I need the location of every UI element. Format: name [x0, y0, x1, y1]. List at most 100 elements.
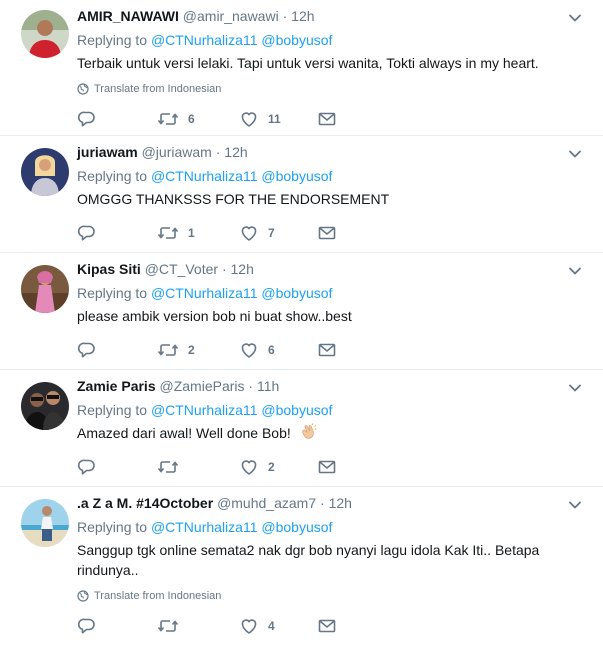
avatar[interactable]	[21, 10, 69, 58]
reply-icon	[77, 340, 97, 360]
replying-to: Replying to @CTNurhaliza11 @bobyusof	[77, 402, 333, 418]
avatar[interactable]	[21, 382, 69, 430]
display-name[interactable]: Zamie Paris	[77, 378, 156, 394]
display-name[interactable]: AMIR_NAWAWI	[77, 8, 179, 24]
reply-button[interactable]	[77, 223, 97, 243]
retweet-count: 2	[188, 343, 195, 357]
retweet-count: 1	[188, 226, 195, 240]
retweet-button[interactable]: 2	[157, 340, 195, 360]
replying-to: Replying to @CTNurhaliza11 @bobyusof	[77, 519, 333, 535]
reply-button[interactable]	[77, 109, 97, 129]
chevron-down-icon[interactable]	[567, 146, 583, 162]
reply-button[interactable]	[77, 457, 97, 477]
direct-message-button[interactable]	[317, 457, 337, 477]
retweet-icon	[157, 616, 179, 636]
reply-icon	[77, 457, 97, 477]
reply-icon	[77, 109, 97, 129]
like-button[interactable]: 4	[239, 616, 275, 636]
direct-message-button[interactable]	[317, 616, 337, 636]
avatar[interactable]	[21, 499, 69, 547]
mention-link[interactable]: @CTNurhaliza11	[151, 519, 258, 535]
tweet-header: Kipas Siti @CT_Voter · 12h	[77, 261, 254, 277]
translate-link[interactable]: Translate from Indonesian	[77, 588, 563, 604]
chevron-down-icon[interactable]	[567, 263, 583, 279]
retweet-icon	[157, 109, 179, 129]
user-handle[interactable]: @muhd_azam7	[217, 495, 316, 511]
tweet[interactable]: juriawam @juriawam · 12h Replying to @CT…	[0, 136, 603, 253]
tweet-actions: 4	[77, 616, 563, 636]
tweet-header: juriawam @juriawam · 12h	[77, 144, 248, 160]
like-button[interactable]: 2	[239, 457, 275, 477]
mention-link[interactable]: @bobyusof	[261, 168, 332, 184]
mention-link[interactable]: @bobyusof	[261, 285, 332, 301]
timestamp[interactable]: 12h	[291, 8, 314, 24]
heart-icon	[239, 340, 259, 360]
tweet-actions: 2	[77, 457, 563, 477]
tweet-actions: 2 6	[77, 340, 563, 360]
like-button[interactable]: 11	[239, 109, 281, 129]
retweet-button[interactable]: 1	[157, 223, 195, 243]
like-count: 7	[268, 226, 275, 240]
display-name[interactable]: juriawam	[77, 144, 138, 160]
mention-link[interactable]: @bobyusof	[261, 519, 332, 535]
chevron-down-icon[interactable]	[567, 10, 583, 26]
heart-icon	[239, 109, 259, 129]
timestamp[interactable]: 12h	[231, 261, 254, 277]
direct-message-button[interactable]	[317, 223, 337, 243]
heart-icon	[239, 457, 259, 477]
retweet-button[interactable]	[157, 616, 188, 636]
reply-icon	[77, 223, 97, 243]
timestamp[interactable]: 11h	[257, 378, 279, 394]
tweet[interactable]: Zamie Paris @ZamieParis · 11h Replying t…	[0, 370, 603, 487]
envelope-icon	[317, 340, 337, 360]
mention-link[interactable]: @bobyusof	[261, 402, 332, 418]
avatar[interactable]	[21, 148, 69, 196]
retweet-button[interactable]	[157, 457, 188, 477]
tweet-header: .a Z a M. #14October @muhd_azam7 · 12h	[77, 495, 352, 511]
tweet[interactable]: .a Z a M. #14October @muhd_azam7 · 12h R…	[0, 487, 603, 651]
mention-link[interactable]: @CTNurhaliza11	[151, 32, 258, 48]
avatar[interactable]	[21, 265, 69, 313]
heart-icon	[239, 223, 259, 243]
envelope-icon	[317, 223, 337, 243]
user-handle[interactable]: @CT_Voter	[145, 261, 218, 277]
user-handle[interactable]: @juriawam	[142, 144, 212, 160]
tweet[interactable]: AMIR_NAWAWI @amir_nawawi · 12h Replying …	[0, 0, 603, 136]
reply-icon	[77, 616, 97, 636]
retweet-icon	[157, 457, 179, 477]
direct-message-button[interactable]	[317, 340, 337, 360]
clapping-hands-emoji	[301, 423, 317, 439]
mention-link[interactable]: @bobyusof	[261, 32, 332, 48]
translate-link[interactable]: Translate from Indonesian	[77, 81, 563, 97]
mention-link[interactable]: @CTNurhaliza11	[151, 402, 258, 418]
timestamp[interactable]: 12h	[224, 144, 247, 160]
direct-message-button[interactable]	[317, 109, 337, 129]
mention-link[interactable]: @CTNurhaliza11	[151, 168, 258, 184]
tweet-text: Sanggup tgk online semata2 nak dgr bob n…	[77, 542, 540, 578]
retweet-count: 6	[188, 112, 195, 126]
like-count: 4	[268, 619, 275, 633]
timestamp[interactable]: 12h	[329, 495, 352, 511]
user-handle[interactable]: @amir_nawawi	[183, 8, 279, 24]
like-button[interactable]: 7	[239, 223, 275, 243]
display-name[interactable]: .a Z a M. #14October	[77, 495, 213, 511]
like-button[interactable]: 6	[239, 340, 275, 360]
tweet[interactable]: Kipas Siti @CT_Voter · 12h Replying to @…	[0, 253, 603, 370]
reply-button[interactable]	[77, 616, 97, 636]
retweet-button[interactable]: 6	[157, 109, 195, 129]
chevron-down-icon[interactable]	[567, 380, 583, 396]
chevron-down-icon[interactable]	[567, 497, 583, 513]
user-handle[interactable]: @ZamieParis	[160, 378, 245, 394]
mention-link[interactable]: @CTNurhaliza11	[151, 285, 258, 301]
envelope-icon	[317, 109, 337, 129]
display-name[interactable]: Kipas Siti	[77, 261, 141, 277]
heart-icon	[239, 616, 259, 636]
like-count: 2	[268, 460, 275, 474]
like-count: 6	[268, 343, 275, 357]
tweet-text: Amazed dari awal! Well done Bob!	[77, 423, 563, 443]
reply-button[interactable]	[77, 340, 97, 360]
like-count: 11	[268, 112, 281, 126]
globe-icon	[77, 83, 89, 95]
globe-icon	[77, 590, 89, 602]
tweet-text: please ambik version bob ni buat show..b…	[77, 308, 352, 324]
